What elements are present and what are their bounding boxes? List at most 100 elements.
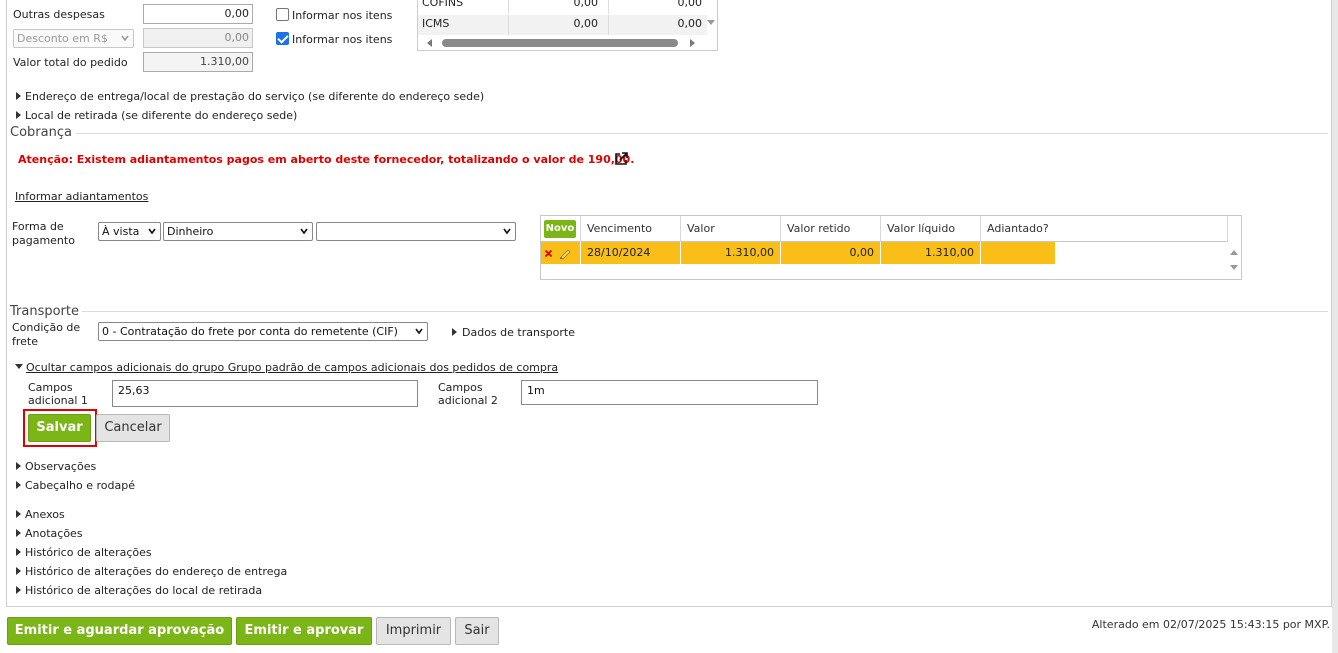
campo-adicional-2-label-1: Campos (438, 381, 483, 394)
scroll-left-icon[interactable] (426, 39, 434, 47)
campo-adicional-2-input[interactable]: 1m (521, 380, 818, 405)
observacoes-expander[interactable]: Observações (25, 460, 96, 473)
valor-total-input: 1.310,00 (143, 52, 253, 72)
condicao-frete-value: 0 - Contratação do frete por conta do re… (102, 325, 398, 338)
col-valor-retido[interactable]: Valor retido (780, 216, 880, 242)
ocultar-campos-link[interactable]: Ocultar campos adicionais do grupo Grupo… (26, 361, 558, 374)
expand-arrow-icon[interactable] (16, 586, 21, 594)
campo-adicional-1-input[interactable]: 25,63 (112, 380, 418, 407)
novo-button[interactable]: Novo (544, 220, 576, 238)
prazo-select[interactable]: À vista (98, 222, 161, 241)
chevron-down-icon (148, 228, 156, 235)
meio-pagamento-value: Dinheiro (167, 225, 214, 238)
cell-valor-liquido: 1.310,00 (880, 242, 980, 264)
campo-adicional-1-label-1: Campos (28, 381, 73, 394)
local-retirada-expander[interactable]: Local de retirada (se diferente do ender… (25, 109, 297, 122)
chevron-down-icon (503, 228, 511, 235)
emitir-aprovar-button[interactable]: Emitir e aprovar (236, 617, 372, 645)
tax-table-hscrollbar[interactable] (422, 37, 706, 49)
campo-adicional-1-label-2: adicional 1 (28, 394, 88, 407)
expand-arrow-icon[interactable] (16, 111, 21, 119)
cell-valor: 1.310,00 (680, 242, 780, 264)
scroll-right-icon[interactable] (688, 39, 696, 47)
extra-pagamento-select[interactable] (316, 222, 516, 241)
sair-button[interactable]: Sair (455, 617, 499, 645)
expand-arrow-icon[interactable] (16, 481, 21, 489)
informar-itens-checkbox-2[interactable] (276, 32, 289, 45)
expand-arrow-icon[interactable] (16, 92, 21, 100)
tax-value: 0,00 (508, 0, 604, 14)
imprimir-button[interactable]: Imprimir (376, 617, 451, 645)
forma-pagamento-label-1: Forma de (12, 220, 64, 233)
cell-vencimento: 28/10/2024 (580, 242, 680, 264)
anotacoes-expander[interactable]: Anotações (25, 527, 83, 540)
col-valor[interactable]: Valor (680, 216, 780, 242)
table-row: ICMS 0,00 0,00 (418, 15, 707, 35)
chevron-down-icon (415, 328, 423, 335)
chevron-down-icon (300, 228, 308, 235)
table-row: COFINS 0,00 0,00 (418, 0, 707, 14)
alterado-status: Alterado em 02/07/2025 15:43:15 por MXP. (1091, 618, 1330, 631)
section-divider (82, 311, 1328, 312)
tax-table: COFINS 0,00 0,00 ICMS 0,00 0,00 (417, 0, 718, 51)
delete-icon[interactable] (545, 250, 552, 257)
scroll-thumb[interactable] (442, 39, 678, 47)
col-vencimento[interactable]: Vencimento (580, 216, 680, 242)
scroll-up-icon[interactable] (1229, 248, 1239, 256)
chevron-down-icon (121, 35, 129, 42)
salvar-button[interactable]: Salvar (28, 414, 91, 442)
campo-adicional-2-label-2: adicional 2 (438, 394, 498, 407)
tax-value: 0,00 (608, 0, 704, 14)
meio-pagamento-select[interactable]: Dinheiro (163, 222, 313, 241)
desconto-input: 0,00 (143, 28, 253, 48)
anexos-expander[interactable]: Anexos (25, 508, 65, 521)
historico-expander[interactable]: Histórico de alterações (25, 546, 152, 559)
scroll-down-icon[interactable] (1229, 264, 1239, 272)
edit-pencil-icon[interactable] (558, 246, 572, 260)
valor-total-label: Valor total do pedido (13, 56, 128, 69)
cell-valor-retido: 0,00 (780, 242, 880, 264)
condicao-frete-label-2: frete (12, 335, 39, 348)
cobranca-title: Cobrança (10, 125, 72, 140)
collapse-arrow-icon[interactable] (15, 364, 23, 369)
historico-entrega-expander[interactable]: Histórico de alterações do endereço de e… (25, 565, 287, 578)
expand-arrow-icon[interactable] (16, 529, 21, 537)
grid-header: Novo Vencimento Valor Valor retido Valor… (541, 216, 1227, 242)
informar-itens-checkbox-1[interactable] (276, 8, 289, 21)
tax-name: ICMS (422, 17, 450, 30)
informar-adiantamentos-link[interactable]: Informar adiantamentos (15, 190, 148, 203)
expand-arrow-icon[interactable] (452, 328, 457, 336)
informar-itens-label-1: Informar nos itens (292, 9, 393, 22)
row-actions (541, 242, 580, 264)
adiantamentos-alert: Atenção: Existem adiantamentos pagos em … (18, 153, 635, 166)
parcelas-grid: Novo Vencimento Valor Valor retido Valor… (540, 215, 1242, 280)
informar-itens-label-2: Informar nos itens (292, 33, 393, 46)
expand-arrow-icon[interactable] (16, 462, 21, 470)
cell-adiantado (980, 242, 1055, 264)
cancelar-button[interactable]: Cancelar (96, 414, 170, 442)
cabecalho-rodape-expander[interactable]: Cabeçalho e rodapé (25, 479, 135, 492)
expand-arrow-icon[interactable] (16, 510, 21, 518)
expand-arrow-icon[interactable] (16, 548, 21, 556)
prazo-value: À vista (102, 225, 140, 238)
desconto-type-select: Desconto em R$ (13, 29, 134, 48)
col-adiantado[interactable]: Adiantado? (980, 216, 1227, 242)
col-valor-liquido[interactable]: Valor líquido (880, 216, 980, 242)
endereco-entrega-expander[interactable]: Endereço de entrega/local de prestação d… (25, 90, 484, 103)
expand-arrow-icon[interactable] (16, 567, 21, 575)
section-divider (76, 133, 1328, 134)
outras-despesas-label: Outras despesas (13, 8, 105, 21)
scroll-down-icon[interactable] (706, 18, 716, 28)
outras-despesas-input[interactable]: 0,00 (143, 4, 253, 24)
transporte-title: Transporte (10, 304, 79, 319)
emitir-aguardar-aprovacao-button[interactable]: Emitir e aguardar aprovação (7, 617, 232, 645)
page-scrollbar[interactable] (1332, 0, 1338, 653)
tax-value: 0,00 (508, 15, 604, 35)
condicao-frete-select[interactable]: 0 - Contratação do frete por conta do re… (98, 322, 428, 341)
tax-value: 0,00 (608, 15, 704, 35)
dados-transporte-expander[interactable]: Dados de transporte (462, 326, 575, 339)
tax-name: COFINS (422, 0, 464, 9)
external-link-icon[interactable] (614, 151, 629, 166)
forma-pagamento-label-2: pagamento (12, 234, 75, 247)
historico-retirada-expander[interactable]: Histórico de alterações do local de reti… (25, 584, 262, 597)
